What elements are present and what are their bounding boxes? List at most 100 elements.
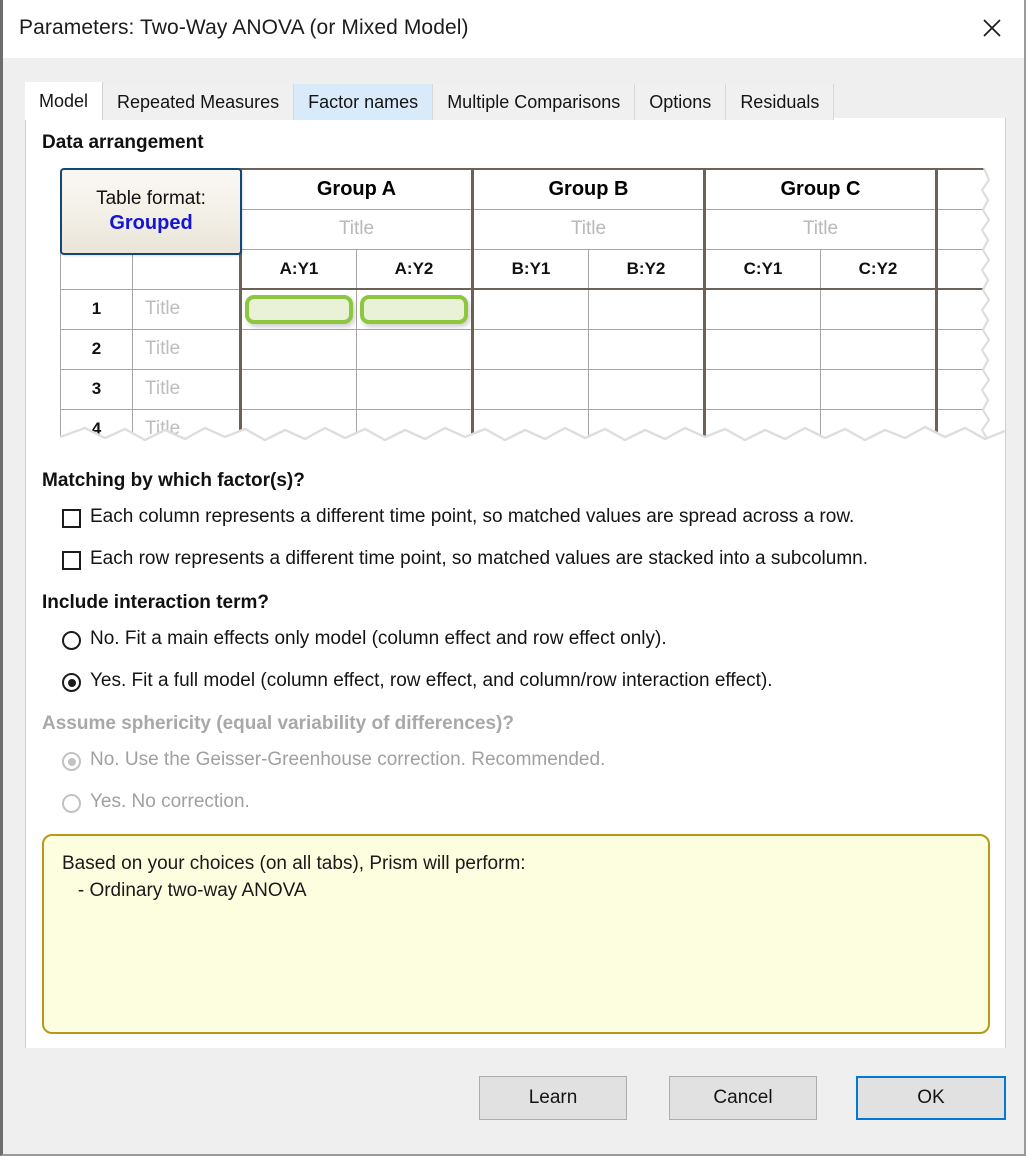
dialog-footer: Learn Cancel OK [3,1048,1024,1154]
matching-heading: Matching by which factor(s)? [42,470,305,491]
tab-factor-names[interactable]: Factor names [294,84,434,120]
cell-b-y2-row4[interactable] [588,408,705,450]
tab-label: Options [649,91,712,112]
cell-selection-highlight [360,295,468,324]
cancel-button[interactable]: Cancel [669,1076,817,1120]
tab-repeated-measures[interactable]: Repeated Measures [103,84,295,120]
checkbox-icon[interactable] [62,551,81,570]
learn-button[interactable]: Learn [479,1076,627,1120]
model-tab-panel: Data arrangement Group A Group B Group C… [25,118,1006,1050]
cell-c-y1-row4[interactable] [703,408,821,450]
cell-a-y1-row4[interactable] [239,408,357,450]
table-row: 4 Title [60,408,1005,450]
cell-a-y1-row1[interactable] [239,288,357,330]
cell-b-y1-row2[interactable] [471,328,589,370]
row-number: 4 [60,408,133,450]
tab-model[interactable]: Model [25,82,104,120]
option-label: Each row represents a different time poi… [90,548,869,569]
cell-a-y1-row3[interactable] [239,368,357,410]
row-title[interactable]: Title [132,368,241,410]
checkbox-icon[interactable] [62,509,81,528]
sphericity-option-yes: Yes. No correction. [62,792,250,813]
option-label: No. Fit a main effects only model (colum… [90,628,667,649]
cell-a-y2-row2[interactable] [356,328,473,370]
cell-c-y2-row3[interactable] [820,368,937,410]
group-header-b[interactable]: Group B [471,168,705,210]
tab-label: Multiple Comparisons [447,91,621,112]
sphericity-option-no: No. Use the Geisser-Greenhouse correctio… [62,750,605,771]
close-icon[interactable] [970,8,1014,48]
radio-icon [62,752,81,771]
data-arrangement-heading: Data arrangement [42,132,204,153]
cell-a-y2-row3[interactable] [356,368,473,410]
cell-a-y2-row1[interactable] [356,288,473,330]
radio-icon [62,794,81,813]
cell-b-y2-row1[interactable] [588,288,705,330]
group-title-b[interactable]: Title [471,208,705,250]
cell-c-y2-row1[interactable] [820,288,937,330]
group-header-a[interactable]: Group A [239,168,473,210]
tab-label: Repeated Measures [117,91,280,112]
radio-icon[interactable] [62,631,81,650]
cell-b-y2-row3[interactable] [588,368,705,410]
interaction-heading: Include interaction term? [42,592,269,613]
cell-d-row3[interactable] [935,368,1005,410]
interaction-option-no[interactable]: No. Fit a main effects only model (colum… [62,629,667,650]
row-number: 2 [60,328,133,370]
cell-c-y1-row3[interactable] [703,368,821,410]
subcolumn-a-y1[interactable]: A:Y1 [239,248,357,290]
summary-line-1: Based on your choices (on all tabs), Pri… [62,853,526,874]
subcolumn-header-row: A:Y1 A:Y2 B:Y1 B:Y2 C:Y1 C:Y2 [60,248,1005,290]
cell-c-y2-row4[interactable] [820,408,937,450]
cell-c-y1-row2[interactable] [703,328,821,370]
tab-label: Residuals [740,91,820,112]
group-title-a[interactable]: Title [239,208,473,250]
matching-option-columns[interactable]: Each column represents a different time … [62,507,854,528]
cell-c-y1-row1[interactable] [703,288,821,330]
subcolumn-b-y2[interactable]: B:Y2 [588,248,705,290]
interaction-option-yes[interactable]: Yes. Fit a full model (column effect, ro… [62,671,773,692]
sphericity-heading: Assume sphericity (equal variability of … [42,713,514,734]
title-bar: Parameters: Two-Way ANOVA (or Mixed Mode… [3,0,1024,58]
cell-d-row2[interactable] [935,328,1005,370]
row-number: 1 [60,288,133,330]
cell-c-y2-row2[interactable] [820,328,937,370]
tab-multiple-comparisons[interactable]: Multiple Comparisons [433,84,636,120]
cell-b-y2-row2[interactable] [588,328,705,370]
cell-b-y1-row1[interactable] [471,288,589,330]
cell-d-row4[interactable] [935,408,1005,450]
window-title: Parameters: Two-Way ANOVA (or Mixed Mode… [19,16,469,39]
cell-a-y1-row2[interactable] [239,328,357,370]
row-title[interactable]: Title [132,288,241,330]
table-row: 3 Title [60,368,1005,410]
tab-options[interactable]: Options [635,84,727,120]
group-header-d[interactable] [935,168,1005,210]
cell-d-row1[interactable] [935,288,1005,330]
subcolumn-d[interactable] [935,248,1005,290]
row-number: 3 [60,368,133,410]
group-title-c[interactable]: Title [703,208,937,250]
subcolumn-b-y1[interactable]: B:Y1 [471,248,589,290]
cell-b-y1-row3[interactable] [471,368,589,410]
tab-label: Model [39,90,89,111]
tab-residuals[interactable]: Residuals [726,84,835,120]
subcolumn-a-y2[interactable]: A:Y2 [356,248,473,290]
ok-button[interactable]: OK [856,1076,1006,1120]
data-arrangement-preview: Group A Group B Group C Title Title Titl… [60,168,1005,451]
parameters-dialog: Parameters: Two-Way ANOVA (or Mixed Mode… [0,0,1026,1156]
radio-icon[interactable] [62,673,81,692]
option-label: Yes. Fit a full model (column effect, ro… [90,670,773,691]
subcolumn-c-y1[interactable]: C:Y1 [703,248,821,290]
group-title-d[interactable] [935,208,1005,250]
row-title[interactable]: Title [132,408,241,450]
matching-option-rows[interactable]: Each row represents a different time poi… [62,549,868,570]
subcolumn-c-y2[interactable]: C:Y2 [820,248,937,290]
table-format-button[interactable]: Table format: Grouped [60,168,242,255]
group-header-c[interactable]: Group C [703,168,937,210]
row-title[interactable]: Title [132,328,241,370]
tab-label: Factor names [308,91,419,112]
cell-b-y1-row4[interactable] [471,408,589,450]
cell-a-y2-row4[interactable] [356,408,473,450]
table-format-label: Table format: [96,188,206,210]
button-label: Cancel [713,1087,773,1108]
